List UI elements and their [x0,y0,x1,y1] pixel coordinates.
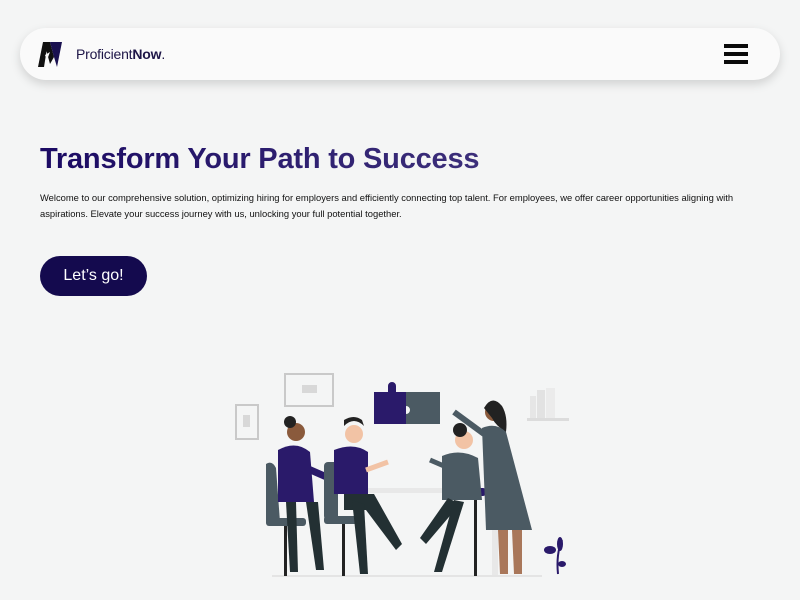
plant-leaf [557,537,563,551]
person-leg [498,530,508,574]
person-leg [352,500,368,574]
plant-leaf [558,561,566,567]
person-hair [284,416,296,428]
hamburger-menu-icon[interactable] [724,44,748,64]
hero-title: Transform Your Path to Success [40,143,480,175]
wall-shelf [527,418,569,421]
brand-name-dot: . [161,45,166,62]
chair-leg [474,496,477,576]
puzzle-piece-purple [374,382,406,424]
person-dress [482,425,532,530]
person-leg [306,502,324,570]
brand-name: ProficientNow. [76,46,165,62]
chair-leg [342,524,345,576]
menu-bar [724,60,748,64]
menu-bar [724,52,748,56]
lets-go-button[interactable]: Let’s go! [40,256,147,296]
chair-seat [266,518,306,526]
person-torso [278,445,314,502]
shelf-book [530,396,536,418]
chair-leg [284,526,287,576]
shelf-book [537,390,545,418]
person-leg [286,502,298,572]
team-collaboration-illustration [235,373,569,577]
puzzle-piece-slate [406,392,440,424]
person-head [345,425,363,443]
proficientnow-logo-icon [38,42,62,67]
person-arm [365,459,389,473]
wall-frame-small-inner [243,415,250,427]
person-hair [453,423,467,437]
shelf-book [546,388,555,418]
person-leg [512,530,522,574]
top-navbar: ProficientNow. [20,28,780,80]
plant-leaf [544,546,556,554]
home-logo-link[interactable]: ProficientNow. [36,40,165,67]
brand-name-regular: Proficient [76,45,133,62]
person-torso [334,446,368,494]
brand-name-bold: Now [132,45,162,62]
wall-frame-inner [302,385,317,393]
person-arm [429,457,445,469]
person-torso [442,452,482,500]
person-hair [344,417,364,426]
floor-line [272,575,542,577]
menu-bar [724,44,748,48]
chair-back [266,462,280,522]
hero-description: Welcome to our comprehensive solution, o… [40,192,734,219]
